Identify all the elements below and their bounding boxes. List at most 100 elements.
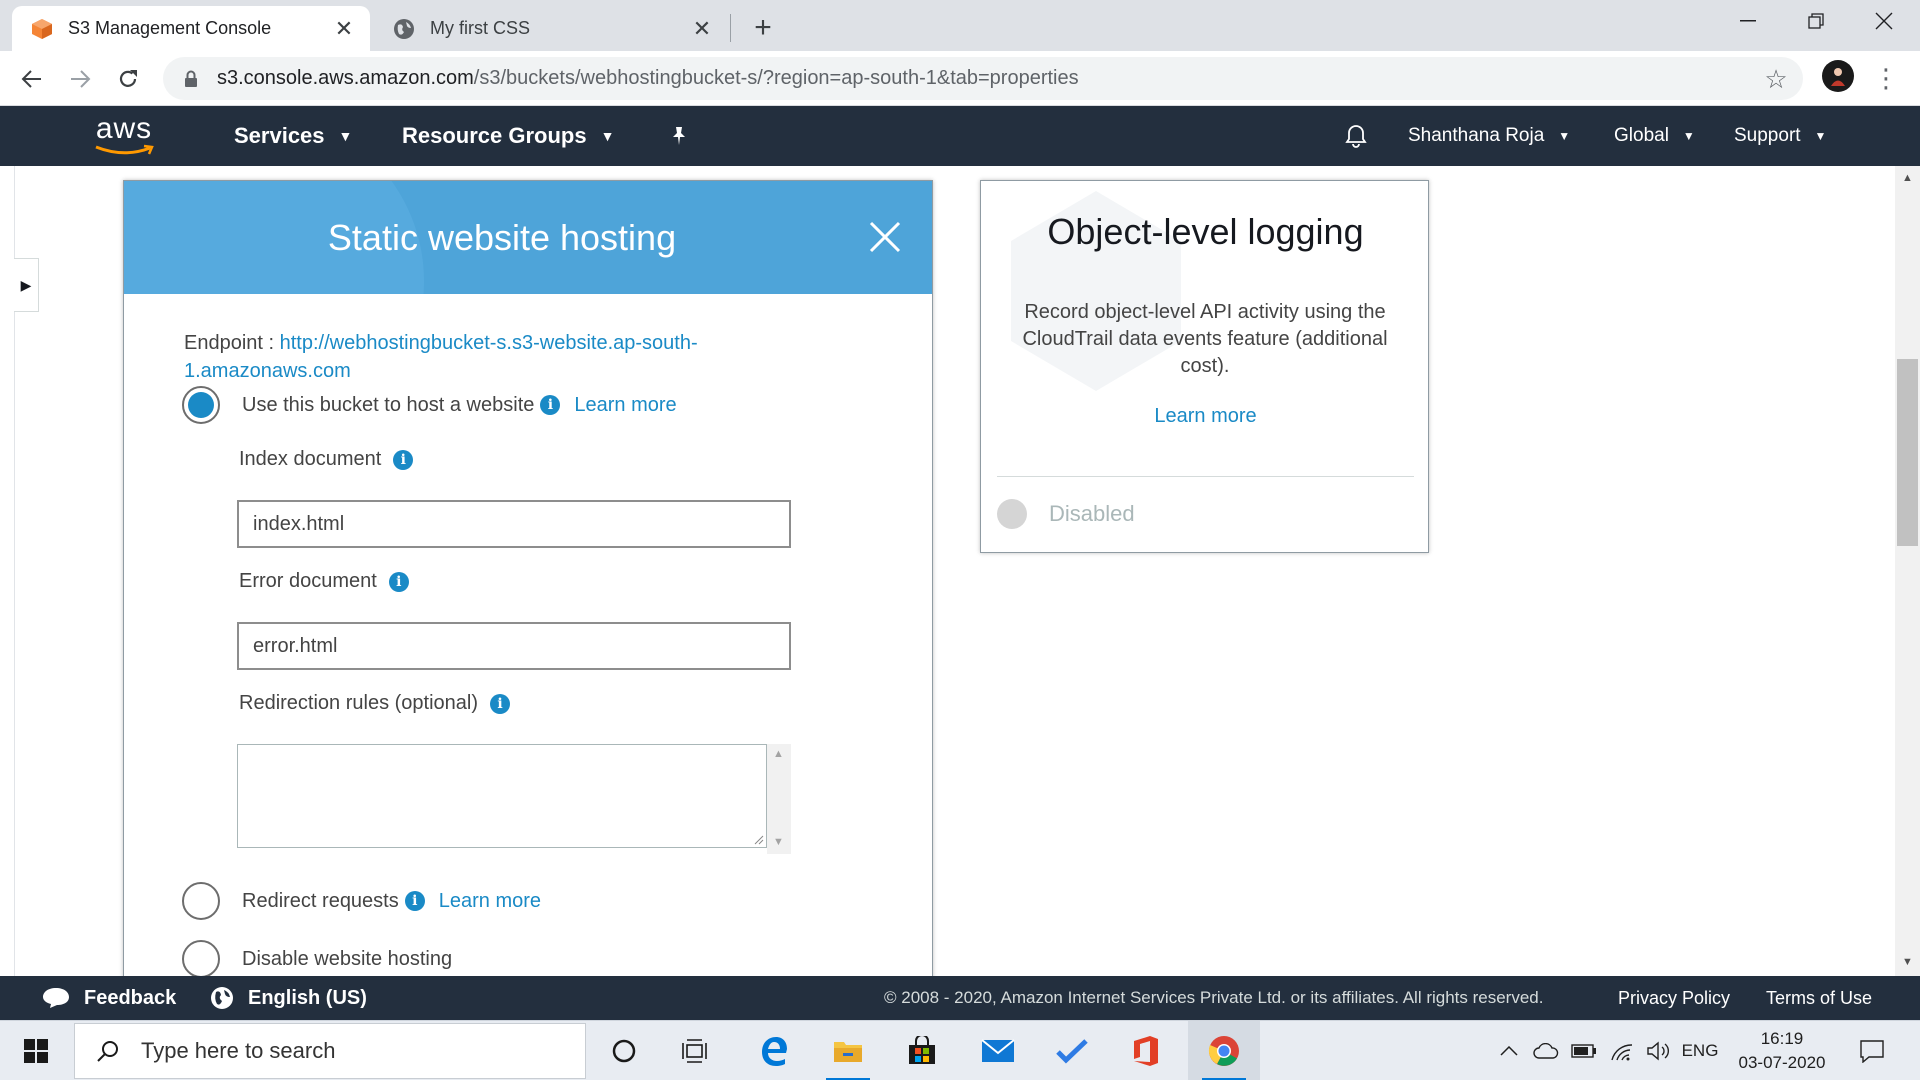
host-website-radio[interactable]: [182, 386, 220, 424]
info-icon[interactable]: i: [388, 571, 409, 592]
todo-check-icon[interactable]: [1042, 1021, 1102, 1080]
minimize-icon[interactable]: [1714, 0, 1782, 42]
battery-icon[interactable]: [1568, 1021, 1600, 1080]
restore-icon[interactable]: [1782, 0, 1850, 42]
lock-icon[interactable]: [181, 70, 201, 88]
status-indicator: Disabled: [997, 499, 1135, 529]
region-menu[interactable]: Global ▼: [1614, 106, 1695, 166]
learn-more-link[interactable]: Learn more: [574, 394, 676, 417]
system-clock[interactable]: 16:19 03-07-2020: [1722, 1027, 1842, 1075]
close-tab-icon[interactable]: ✕: [330, 15, 358, 43]
disable-hosting-radio[interactable]: [182, 940, 220, 976]
scroll-up-icon[interactable]: ▲: [1902, 172, 1913, 184]
globe-icon: [392, 17, 416, 41]
info-icon[interactable]: i: [393, 449, 414, 470]
tab-separator: [730, 14, 731, 42]
scroll-down-icon[interactable]: ▼: [1902, 956, 1913, 968]
input-language[interactable]: ENG: [1680, 1021, 1720, 1080]
wifi-icon[interactable]: [1606, 1021, 1638, 1080]
url-bar[interactable]: s3.console.aws.amazon.com/s3/buckets/web…: [163, 57, 1803, 100]
scrollbar-thumb[interactable]: [1897, 359, 1918, 546]
panel-title: Static website hosting: [327, 216, 677, 258]
learn-more-link[interactable]: Learn more: [981, 405, 1428, 428]
page-scrollbar[interactable]: ▲ ▼: [1895, 166, 1920, 976]
copyright-text: © 2008 - 2020, Amazon Internet Services …: [884, 988, 1544, 1007]
object-level-logging-card[interactable]: Object-level logging Record object-level…: [980, 180, 1429, 553]
pin-icon[interactable]: [668, 106, 690, 166]
resize-handle-icon[interactable]: [752, 833, 764, 845]
scroll-down-icon[interactable]: ▼: [773, 836, 784, 848]
feedback-label: Feedback: [84, 986, 177, 1009]
bookmark-star-icon[interactable]: ☆: [1761, 64, 1791, 94]
scroll-up-icon[interactable]: ▲: [773, 748, 784, 760]
terms-of-use-link[interactable]: Terms of Use: [1766, 976, 1872, 1020]
edge-browser-icon[interactable]: [744, 1021, 804, 1080]
close-tab-icon[interactable]: ✕: [688, 15, 716, 43]
info-icon[interactable]: i: [540, 395, 561, 415]
chevron-down-icon: ▼: [1558, 129, 1571, 143]
chevron-down-icon: ▼: [338, 128, 353, 144]
action-center-icon[interactable]: [1852, 1021, 1892, 1080]
close-window-icon[interactable]: [1850, 0, 1918, 42]
volume-icon[interactable]: [1642, 1021, 1676, 1080]
region-label: Global: [1614, 125, 1669, 146]
error-document-text: Error document: [239, 570, 377, 592]
resource-groups-menu[interactable]: Resource Groups ▼: [402, 106, 614, 166]
resource-groups-label: Resource Groups: [402, 123, 587, 148]
clock-date: 03-07-2020: [1738, 1053, 1826, 1072]
host-website-option[interactable]: Use this bucket to host a website i Lear…: [182, 386, 677, 424]
aws-top-nav: aws Services ▼ Resource Groups ▼ Shanthana…: [0, 106, 1920, 166]
file-explorer-icon[interactable]: [818, 1021, 878, 1080]
cortana-icon[interactable]: [594, 1021, 654, 1080]
reload-icon[interactable]: [110, 61, 146, 97]
close-icon[interactable]: [864, 216, 906, 258]
aws-logo[interactable]: aws: [90, 114, 158, 158]
learn-more-link[interactable]: Learn more: [439, 890, 541, 913]
tab-title: S3 Management Console: [68, 18, 272, 38]
card-title: Object-level logging: [1047, 211, 1364, 252]
browser-menu-icon[interactable]: ⋮: [1872, 60, 1900, 96]
aws-cube-icon: [30, 17, 54, 41]
redirect-requests-radio[interactable]: [182, 882, 220, 920]
notifications-bell-icon[interactable]: [1344, 106, 1368, 166]
user-menu[interactable]: Shanthana Roja ▼: [1408, 106, 1570, 166]
error-document-input[interactable]: error.html: [237, 622, 791, 670]
redirect-requests-label: Redirect requests: [242, 889, 399, 912]
expand-sidebar-icon[interactable]: ▶: [14, 258, 39, 312]
profile-avatar[interactable]: [1822, 60, 1854, 92]
browser-tab-bar: S3 Management Console ✕ My first CSS ✕ +: [0, 0, 1920, 51]
aws-footer: Feedback English (US) © 2008 - 2020, Ama…: [0, 976, 1920, 1020]
endpoint: Endpoint : http://webhostingbucket-s.s3-…: [184, 329, 744, 385]
chrome-icon[interactable]: [1194, 1021, 1254, 1080]
taskbar-search-input[interactable]: Type here to search: [74, 1023, 586, 1079]
tab-s3-console[interactable]: S3 Management Console ✕: [12, 6, 370, 51]
tab-title: My first CSS: [430, 18, 531, 38]
new-tab-plus-icon[interactable]: +: [745, 10, 781, 46]
microsoft-store-icon[interactable]: [892, 1021, 952, 1080]
redirection-rules-textarea[interactable]: [237, 744, 767, 848]
privacy-policy-link[interactable]: Privacy Policy: [1618, 976, 1730, 1020]
tray-chevron-up-icon[interactable]: [1494, 1021, 1524, 1080]
tab-my-first-css[interactable]: My first CSS ✕: [374, 6, 728, 51]
info-icon[interactable]: i: [490, 693, 511, 714]
support-menu[interactable]: Support ▼: [1734, 106, 1826, 166]
windows-start-icon[interactable]: [0, 1021, 72, 1080]
back-arrow-icon[interactable]: [14, 61, 50, 97]
mail-icon[interactable]: [968, 1021, 1028, 1080]
divider: [14, 312, 15, 976]
disable-hosting-option[interactable]: Disable website hosting: [182, 940, 452, 976]
feedback-button[interactable]: Feedback: [42, 976, 176, 1020]
office-icon[interactable]: [1116, 1021, 1176, 1080]
services-menu[interactable]: Services ▼: [234, 106, 352, 166]
onedrive-cloud-icon[interactable]: [1530, 1021, 1562, 1080]
redirect-requests-option[interactable]: Redirect requests i Learn more: [182, 882, 541, 920]
textarea-scrollbar[interactable]: ▲ ▼: [767, 744, 791, 854]
info-icon[interactable]: i: [404, 891, 425, 911]
task-view-icon[interactable]: [666, 1021, 726, 1080]
index-document-input[interactable]: index.html: [237, 500, 791, 548]
card-description: Record object-level API activity using t…: [1022, 301, 1388, 377]
language-selector[interactable]: English (US): [210, 976, 367, 1020]
error-document-label: Error document i: [239, 570, 409, 593]
forward-arrow-icon[interactable]: [62, 61, 98, 97]
browser-toolbar: s3.console.aws.amazon.com/s3/buckets/web…: [0, 51, 1920, 106]
